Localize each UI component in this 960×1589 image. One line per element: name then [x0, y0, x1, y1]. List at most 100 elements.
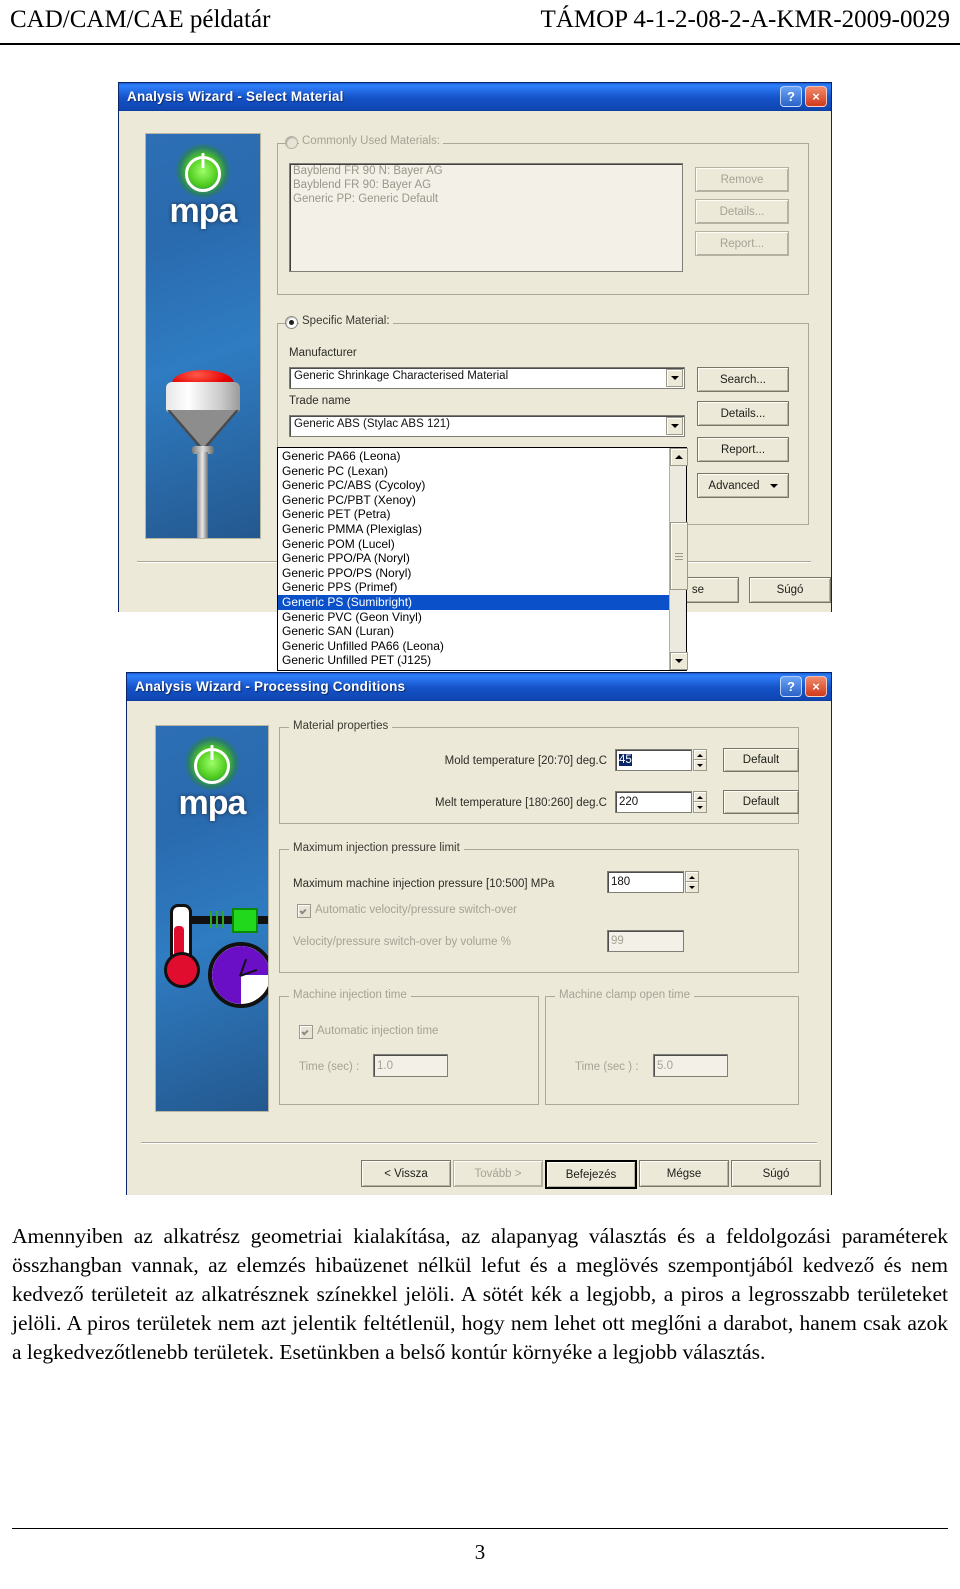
stepper-down-icon[interactable]	[693, 759, 707, 771]
dropdown-option[interactable]: Generic PET (Petra)	[278, 507, 669, 522]
finish-button[interactable]: Befejezés	[545, 1160, 637, 1189]
body-paragraph: Amennyiben az alkatrész geometriai kiala…	[12, 1224, 948, 1364]
funnel-cone-inner-graphic	[170, 410, 236, 448]
power-icon	[194, 748, 230, 784]
back-button[interactable]: < Vissza	[361, 1160, 451, 1187]
dropdown-option[interactable]: Generic PPO/PS (Noryl)	[278, 566, 669, 581]
group-material-properties: Material properties	[279, 720, 799, 824]
dialog2-help-button[interactable]: Súgó	[731, 1160, 821, 1187]
stepper-down-icon[interactable]	[693, 801, 707, 813]
manufacturer-combo[interactable]: Generic Shrinkage Characterised Material	[289, 367, 685, 389]
cancel-button[interactable]: Mégse	[639, 1160, 729, 1187]
dialog1-help-button[interactable]: Súgó	[749, 577, 831, 603]
advanced-button-label: Advanced	[708, 479, 760, 492]
slider-tick-graphic	[216, 911, 218, 928]
auto-switchover-checkbox[interactable]	[297, 904, 311, 918]
group-clamp-open-time-title: Machine clamp open time	[555, 989, 695, 1001]
dialog2-footer-separator	[141, 1142, 817, 1144]
dialog1-banner-image: mpa	[145, 133, 261, 539]
clamp-open-time-input[interactable]: 5.0	[653, 1054, 728, 1077]
mold-temperature-default-button[interactable]: Default	[723, 748, 799, 772]
max-pressure-input[interactable]: 180	[607, 871, 684, 893]
dropdown-option[interactable]: Generic PC (Lexan)	[278, 464, 669, 479]
help-icon[interactable]: ?	[780, 86, 802, 107]
radio-commonly-used[interactable]	[285, 136, 298, 149]
dropdown-option-list[interactable]: Generic PA66 (Leona) Generic PC (Lexan) Ge…	[278, 449, 669, 668]
page-number: 3	[474, 1540, 486, 1564]
funnel-bowl-graphic	[166, 382, 240, 412]
melt-temperature-stepper[interactable]	[693, 791, 707, 813]
melt-temperature-input[interactable]: 220	[615, 791, 692, 813]
scroll-up-icon[interactable]	[670, 448, 688, 466]
mold-temperature-input[interactable]: 45	[615, 749, 692, 771]
melt-temperature-label: Melt temperature [180:260] deg.C	[435, 797, 607, 809]
dropdown-option[interactable]: Generic PPS (Primef)	[278, 580, 669, 595]
dropdown-option[interactable]: Generic POM (Lucel)	[278, 537, 669, 552]
auto-injection-time-label[interactable]: Automatic injection time	[317, 1025, 438, 1037]
dropdown-option[interactable]: Generic Unfilled PET (J125)	[278, 653, 669, 668]
dialog1-titlebar[interactable]: Analysis Wizard - Select Material ? ×	[119, 83, 831, 111]
specific-details-button[interactable]: Details...	[697, 401, 789, 426]
header-left-title: CAD/CAM/CAE példatár	[10, 6, 271, 33]
radio-specific-material[interactable]	[285, 316, 298, 329]
dropdown-option[interactable]: Generic PC/ABS (Cycoloy)	[278, 478, 669, 493]
search-button[interactable]: Search...	[697, 367, 789, 392]
dropdown-option[interactable]: Generic Unfilled PA66 (Leona)	[278, 639, 669, 654]
dropdown-option[interactable]: Generic PC/PBT (Xenoy)	[278, 493, 669, 508]
clamp-open-time-label: Time (sec ) :	[575, 1061, 639, 1073]
dropdown-scrollbar[interactable]	[669, 448, 688, 670]
dialog2-banner-image: mpa	[155, 725, 269, 1112]
dialog1-titlebar-buttons[interactable]: ? ×	[780, 86, 827, 107]
max-pressure-stepper[interactable]	[685, 871, 699, 893]
manufacturer-label: Manufacturer	[289, 347, 357, 359]
commonly-report-button[interactable]: Report...	[695, 231, 789, 256]
group-pressure-limit-title: Maximum injection pressure limit	[289, 842, 464, 854]
dialog2-titlebar[interactable]: Analysis Wizard - Processing Conditions …	[127, 673, 831, 701]
radio-specific-material-label[interactable]: Specific Material:	[299, 315, 393, 327]
trade-name-value: Generic ABS (Stylac ABS 121)	[294, 418, 450, 430]
injection-time-input[interactable]: 1.0	[373, 1054, 448, 1077]
trade-name-dropdown-popup[interactable]: Generic PA66 (Leona) Generic PC (Lexan) Ge…	[277, 447, 688, 671]
commonly-details-button[interactable]: Details...	[695, 199, 789, 224]
dialog-processing-conditions[interactable]: Analysis Wizard - Processing Conditions …	[126, 672, 832, 1195]
injection-time-label: Time (sec) :	[299, 1061, 360, 1073]
chevron-down-icon[interactable]	[666, 369, 683, 387]
dropdown-option[interactable]: Generic SAN (Luran)	[278, 624, 669, 639]
melt-temperature-default-button[interactable]: Default	[723, 790, 799, 814]
remove-button[interactable]: Remove	[695, 167, 789, 192]
list-item[interactable]: Bayblend FR 90: Bayer AG	[290, 178, 682, 192]
header-divider	[0, 43, 960, 45]
specific-report-button[interactable]: Report...	[697, 437, 789, 462]
scrollbar-thumb[interactable]	[670, 522, 688, 590]
dropdown-option[interactable]: Generic PVC (Geon Vinyl)	[278, 610, 669, 625]
close-icon[interactable]: ×	[805, 676, 827, 697]
trade-name-combo[interactable]: Generic ABS (Stylac ABS 121)	[289, 415, 685, 437]
next-button[interactable]: Tovább >	[453, 1160, 543, 1187]
switchover-volume-input[interactable]: 99	[607, 930, 684, 952]
dialog2-title-text: Analysis Wizard - Processing Conditions	[135, 679, 406, 694]
dropdown-option[interactable]: Generic PA66 (Leona)	[278, 449, 669, 464]
stepper-down-icon[interactable]	[685, 881, 699, 893]
dropdown-option[interactable]: Generic PPO/PA (Noryl)	[278, 551, 669, 566]
radio-commonly-used-label[interactable]: Commonly Used Materials:	[299, 135, 444, 147]
chevron-down-icon[interactable]	[666, 417, 683, 435]
mold-temperature-value: 45	[619, 754, 632, 766]
auto-injection-time-checkbox[interactable]	[299, 1025, 313, 1039]
auto-switchover-label[interactable]: Automatic velocity/pressure switch-over	[315, 904, 517, 916]
mold-temperature-stepper[interactable]	[693, 749, 707, 771]
dropdown-option[interactable]: Generic PMMA (Plexiglas)	[278, 522, 669, 537]
group-injection-time: Machine injection time	[279, 989, 539, 1105]
scroll-down-icon[interactable]	[670, 652, 688, 670]
advanced-button[interactable]: Advanced	[697, 473, 789, 498]
chevron-down-icon	[769, 483, 778, 488]
close-icon[interactable]: ×	[805, 86, 827, 107]
dialog2-titlebar-buttons[interactable]: ? ×	[780, 676, 827, 697]
max-pressure-label: Maximum machine injection pressure [10:5…	[293, 878, 555, 890]
list-item[interactable]: Bayblend FR 90 N: Bayer AG	[290, 164, 682, 178]
page-header: CAD/CAM/CAE példatár TÁMOP 4-1-2-08-2-A-…	[0, 0, 960, 45]
commonly-used-listbox[interactable]: Bayblend FR 90 N: Bayer AG Bayblend FR 9…	[289, 163, 683, 272]
help-icon[interactable]: ?	[780, 676, 802, 697]
dropdown-option[interactable]: Generic PS (Sumibright)	[278, 594, 669, 610]
manufacturer-value: Generic Shrinkage Characterised Material	[294, 370, 509, 382]
list-item[interactable]: Generic PP: Generic Default	[290, 192, 682, 206]
